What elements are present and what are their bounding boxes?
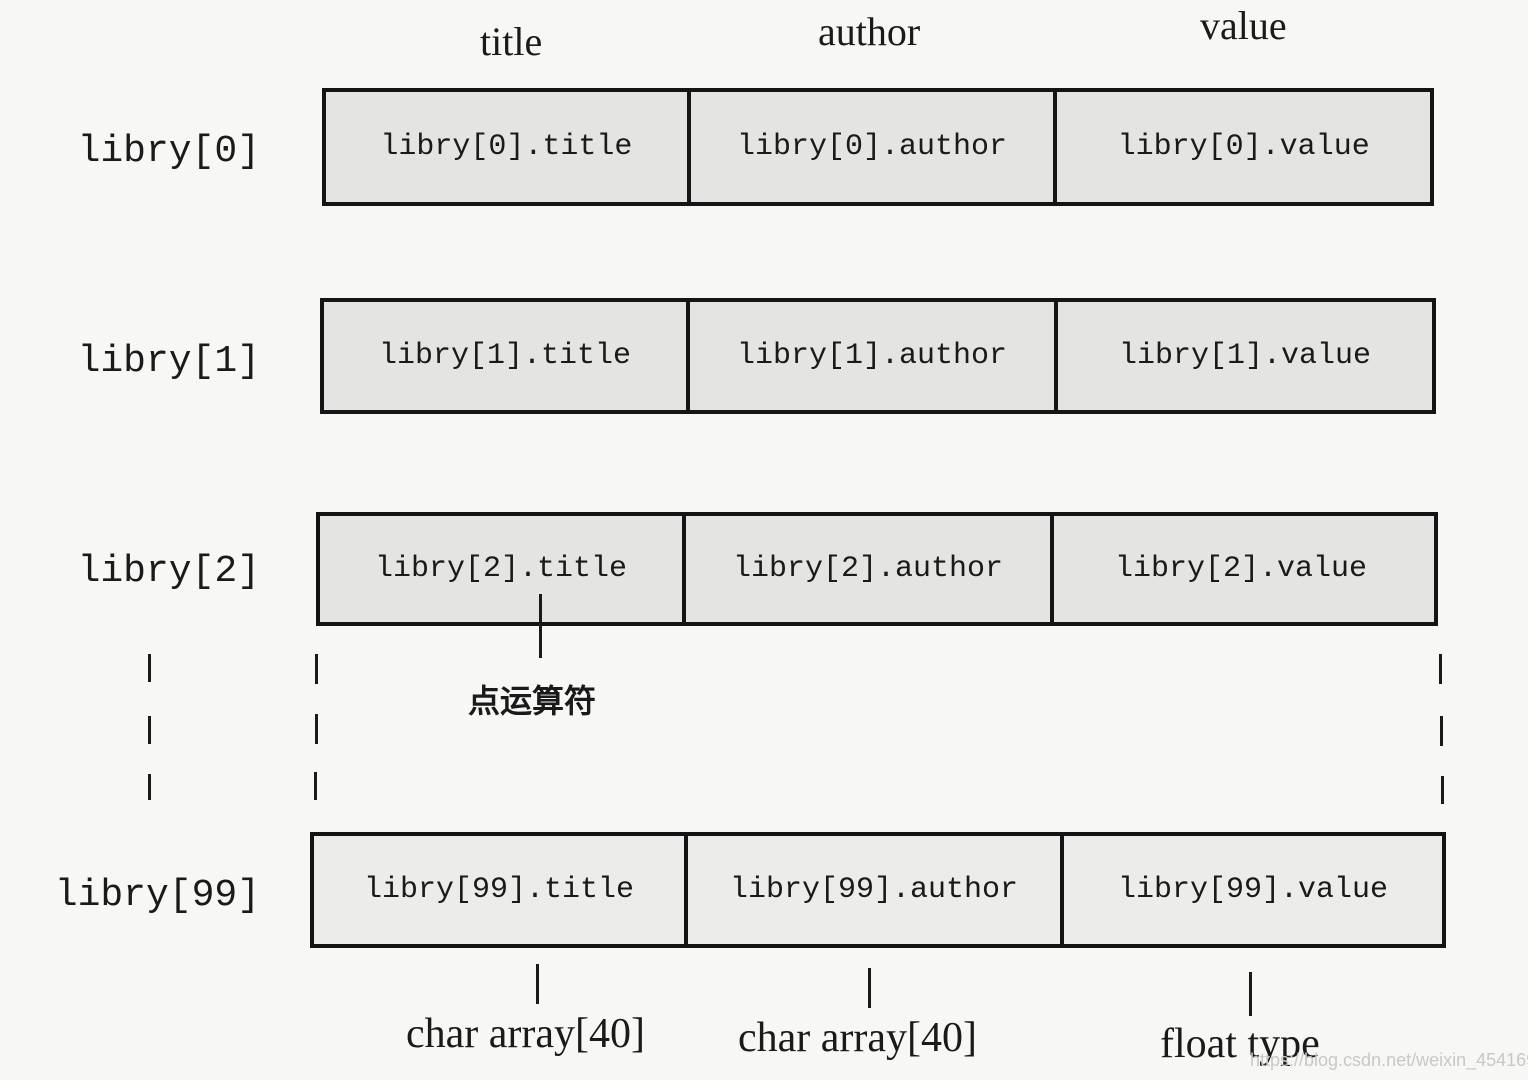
column-header-author: author: [818, 9, 921, 54]
member-cell-value: libry[99].value: [1060, 836, 1442, 944]
ellipsis-dash: [148, 654, 151, 682]
ellipsis-dash: [1439, 654, 1442, 684]
member-cell-title: libry[2].title: [374, 552, 628, 586]
pointer-line: [539, 594, 542, 658]
dot-operator-label: 点运算符: [468, 682, 597, 720]
struct-row: libry[1].title libry[1].author libry[1].…: [320, 298, 1436, 414]
member-cell-value: libry[0].value: [1053, 92, 1430, 202]
struct-row: libry[2].title libry[2].author libry[2].…: [316, 512, 1438, 626]
member-cell-author: libry[99].author: [684, 836, 1060, 944]
ellipsis-dash: [1440, 716, 1443, 746]
row-label: libry[1]: [77, 340, 260, 383]
ellipsis-dash: [315, 654, 318, 684]
member-cell-title: libry[99].title: [363, 873, 635, 907]
member-cell-title: libry[1].title: [378, 339, 632, 373]
type-pointer-line: [536, 964, 539, 1004]
member-cell-author: libry[1].author: [686, 302, 1054, 410]
row-label: libry[2]: [77, 550, 260, 593]
struct-row: libry[0].title libry[0].author libry[0].…: [322, 88, 1434, 206]
row-label: libry[0]: [77, 130, 260, 173]
ellipsis-dash: [148, 716, 151, 744]
ellipsis-dash: [315, 714, 318, 744]
member-cell-author: libry[2].author: [682, 516, 1050, 622]
struct-row: libry[99].title libry[99].author libry[9…: [310, 832, 1446, 948]
row-label: libry[99]: [54, 874, 260, 917]
ellipsis-dash: [314, 772, 317, 800]
ellipsis-dash: [1441, 776, 1444, 804]
ellipsis-dash: [148, 774, 151, 800]
column-header-value: value: [1200, 3, 1287, 48]
member-cell-value: libry[2].value: [1050, 516, 1428, 622]
type-label-title: char array[40]: [406, 1011, 645, 1057]
type-pointer-line: [1249, 972, 1252, 1016]
type-pointer-line: [868, 968, 871, 1008]
type-label-author: char array[40]: [738, 1015, 977, 1061]
member-cell-title: libry[0].title: [380, 130, 633, 164]
column-header-title: title: [480, 19, 543, 64]
watermark: https://blog.csdn.net/weixin_45416911: [1250, 1050, 1528, 1070]
member-cell-value: libry[1].value: [1054, 302, 1432, 410]
member-cell-author: libry[0].author: [686, 92, 1054, 202]
